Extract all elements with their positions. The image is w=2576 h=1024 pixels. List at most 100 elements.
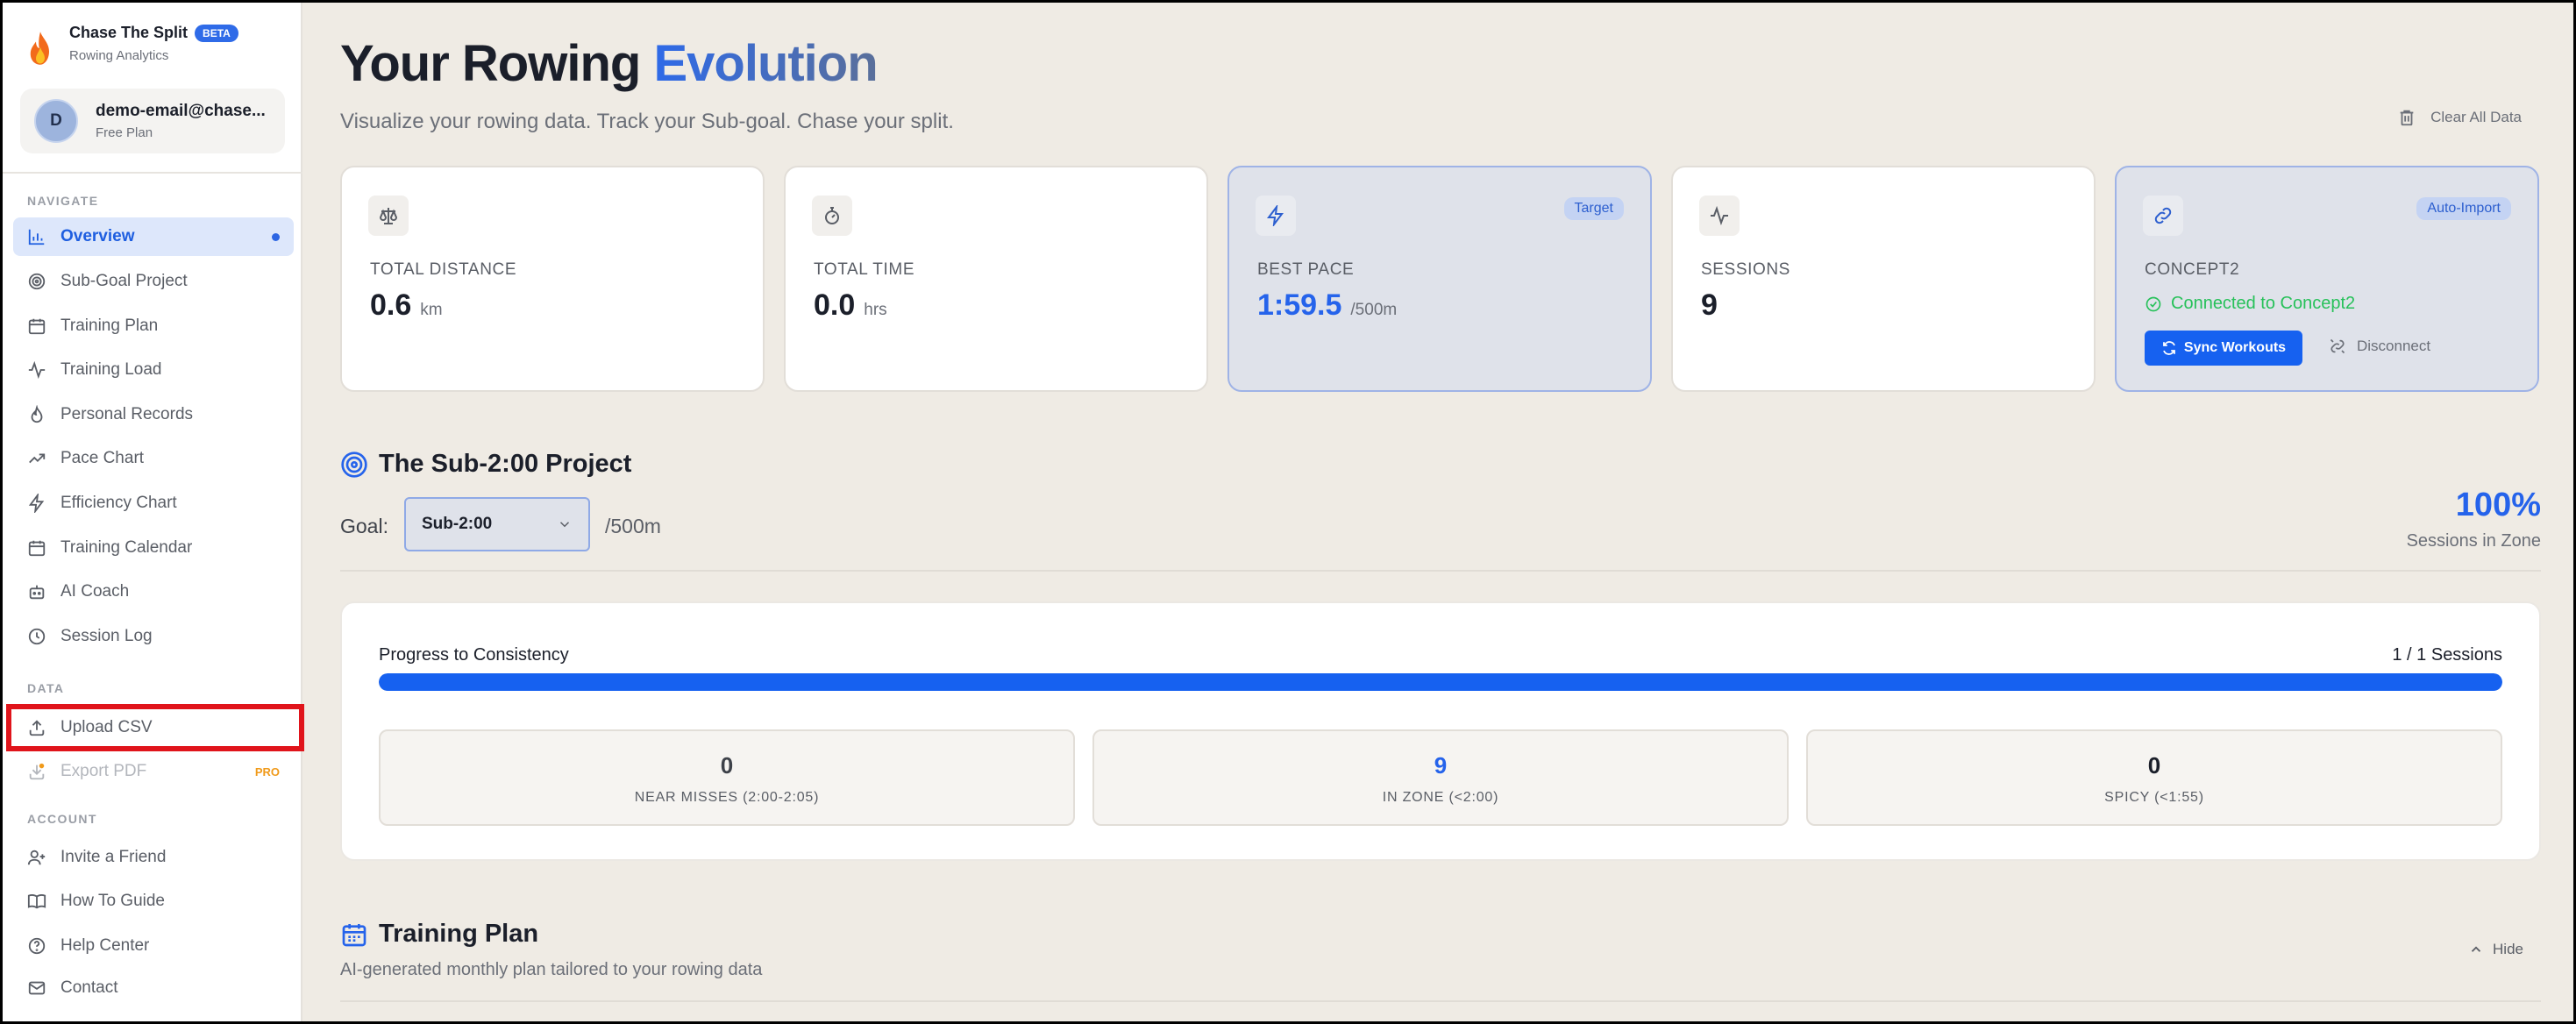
- project-title: The Sub-2:00 Project: [379, 450, 632, 478]
- stat-card-total-time: TOTAL TIME 0.0 hrs: [784, 166, 1208, 392]
- goal-select[interactable]: Sub-2:00: [404, 497, 590, 551]
- user-plan: Free Plan: [96, 125, 153, 140]
- calendar-icon: [28, 318, 46, 335]
- zone-label: NEAR MISSES (2:00-2:05): [634, 790, 820, 805]
- book-icon: [27, 894, 46, 909]
- zone-box-near-misses: 0 NEAR MISSES (2:00-2:05): [379, 729, 1075, 826]
- stat-label: TOTAL TIME: [814, 260, 915, 279]
- sidebar-item-label: Session Log: [60, 627, 153, 645]
- trending-up-icon: [29, 453, 46, 464]
- export-icon: [29, 763, 45, 780]
- connection-status: Connected to Concept2: [2145, 294, 2355, 314]
- sidebar-item-efficiency-chart[interactable]: Efficiency Chart: [13, 484, 294, 523]
- sidebar-item-label: Invite a Friend: [60, 848, 167, 866]
- check-circle-icon: [2145, 296, 2161, 311]
- sidebar-item-invite-friend[interactable]: Invite a Friend: [13, 838, 294, 877]
- sidebar-item-personal-records[interactable]: Personal Records: [13, 395, 294, 434]
- sidebar-item-training-plan[interactable]: Training Plan: [13, 307, 294, 345]
- sidebar-item-label: Help Center: [60, 936, 150, 955]
- sidebar-item-help-center[interactable]: Help Center: [13, 927, 294, 965]
- progress-bar: [379, 673, 2502, 691]
- stat-label: CONCEPT2: [2145, 260, 2240, 279]
- sidebar-item-session-log[interactable]: Session Log: [13, 617, 294, 656]
- zone-box-spicy: 0 SPICY (<1:55): [1806, 729, 2502, 826]
- sidebar-item-label: Personal Records: [60, 405, 194, 423]
- disconnect-button[interactable]: Disconnect: [2329, 338, 2430, 355]
- bolt-icon: [1256, 196, 1296, 236]
- sidebar-item-contact[interactable]: Contact: [13, 969, 294, 1007]
- zone-percent-label: Sessions in Zone: [2406, 531, 2541, 551]
- clear-all-data-label: Clear All Data: [2430, 109, 2522, 125]
- stat-value: 0.0: [814, 288, 856, 322]
- stat-card-total-distance: TOTAL DISTANCE 0.6 km: [340, 166, 765, 392]
- active-indicator: [272, 232, 280, 241]
- sidebar-item-label: Overview: [60, 227, 135, 245]
- brand[interactable]: Chase The Split BETA Rowing Analytics: [27, 24, 238, 68]
- sidebar-item-label: AI Coach: [60, 582, 130, 601]
- sidebar-item-label: Training Load: [60, 360, 162, 379]
- sidebar-item-label: How To Guide: [60, 892, 165, 910]
- sidebar-item-pace-chart[interactable]: Pace Chart: [13, 439, 294, 478]
- zone-percent: 100%: [2455, 487, 2541, 523]
- refresh-icon: [2163, 341, 2175, 355]
- connection-status-text: Connected to Concept2: [2171, 294, 2356, 313]
- clock-icon: [28, 628, 46, 645]
- sidebar-divider: [3, 172, 302, 174]
- stat-unit: hrs: [864, 301, 887, 319]
- zone-label: SPICY (<1:55): [2104, 790, 2204, 805]
- sidebar-item-ai-coach[interactable]: AI Coach: [13, 572, 294, 611]
- upload-csv-highlight: [6, 704, 304, 751]
- stat-label: SESSIONS: [1701, 260, 1790, 279]
- trash-icon: [2400, 110, 2414, 126]
- calendar-icon: [28, 540, 46, 557]
- sidebar-item-label: Export PDF: [60, 762, 147, 780]
- sidebar-item-training-calendar[interactable]: Training Calendar: [13, 529, 294, 567]
- project-heading: The Sub-2:00 Project: [340, 450, 631, 479]
- disconnect-label: Disconnect: [2357, 338, 2431, 354]
- progress-count: 1 / 1 Sessions: [2392, 645, 2502, 665]
- chevron-up-icon: [2471, 946, 2481, 952]
- sidebar-item-label: Pace Chart: [60, 449, 145, 467]
- goal-unit: /500m: [605, 515, 661, 537]
- user-email: demo-email@chase...: [96, 102, 266, 120]
- zone-label: IN ZONE (<2:00): [1382, 790, 1499, 805]
- flame-icon: [30, 32, 49, 65]
- hide-button[interactable]: Hide: [2468, 941, 2523, 958]
- nav-section-label: NAVIGATE: [27, 194, 99, 208]
- data-section-label: DATA: [27, 681, 65, 695]
- calendar-icon: [342, 923, 366, 946]
- hide-label: Hide: [2493, 941, 2523, 957]
- sync-workouts-button[interactable]: Sync Workouts: [2145, 331, 2302, 366]
- sidebar-item-how-to-guide[interactable]: How To Guide: [13, 882, 294, 921]
- sidebar-item-export-pdf[interactable]: Export PDF PRO: [13, 752, 294, 791]
- sidebar-item-label: Training Calendar: [60, 538, 193, 557]
- sync-workouts-label: Sync Workouts: [2183, 340, 2287, 355]
- user-plus-icon: [27, 850, 46, 865]
- clear-all-data-button[interactable]: Clear All Data: [2397, 108, 2522, 127]
- sidebar: Chase The Split BETA Rowing Analytics D …: [3, 3, 304, 1021]
- sidebar-item-label: Efficiency Chart: [60, 494, 177, 512]
- sidebar-item-label: Training Plan: [60, 316, 159, 335]
- app-window: Chase The Split BETA Rowing Analytics D …: [3, 3, 2573, 1021]
- bolt-icon: [28, 494, 45, 513]
- user-card[interactable]: D demo-email@chase... Free Plan: [20, 89, 285, 153]
- beta-badge: BETA: [195, 24, 238, 42]
- scale-icon: [368, 196, 409, 236]
- goal-select-value: Sub-2:00: [422, 515, 493, 533]
- section-divider: [340, 570, 2541, 572]
- sidebar-item-overview[interactable]: Overview: [13, 217, 294, 256]
- activity-icon: [28, 360, 46, 380]
- avatar: D: [34, 99, 78, 143]
- sidebar-item-training-load[interactable]: Training Load: [13, 351, 294, 389]
- progress-title: Progress to Consistency: [379, 645, 569, 665]
- stat-label: BEST PACE: [1257, 260, 1355, 279]
- link-icon: [2143, 196, 2183, 236]
- sidebar-item-sub-goal-project[interactable]: Sub-Goal Project: [13, 262, 294, 301]
- pro-badge: PRO: [254, 764, 280, 779]
- main-content: Your Rowing Evolution Visualize your row…: [340, 3, 2541, 1021]
- bar-chart-icon: [28, 229, 45, 245]
- page-subtitle: Visualize your rowing data. Track your S…: [340, 110, 954, 133]
- training-plan-subtitle: AI-generated monthly plan tailored to yo…: [340, 960, 763, 979]
- sidebar-item-label: Sub-Goal Project: [60, 272, 188, 290]
- unlink-icon: [2330, 338, 2345, 354]
